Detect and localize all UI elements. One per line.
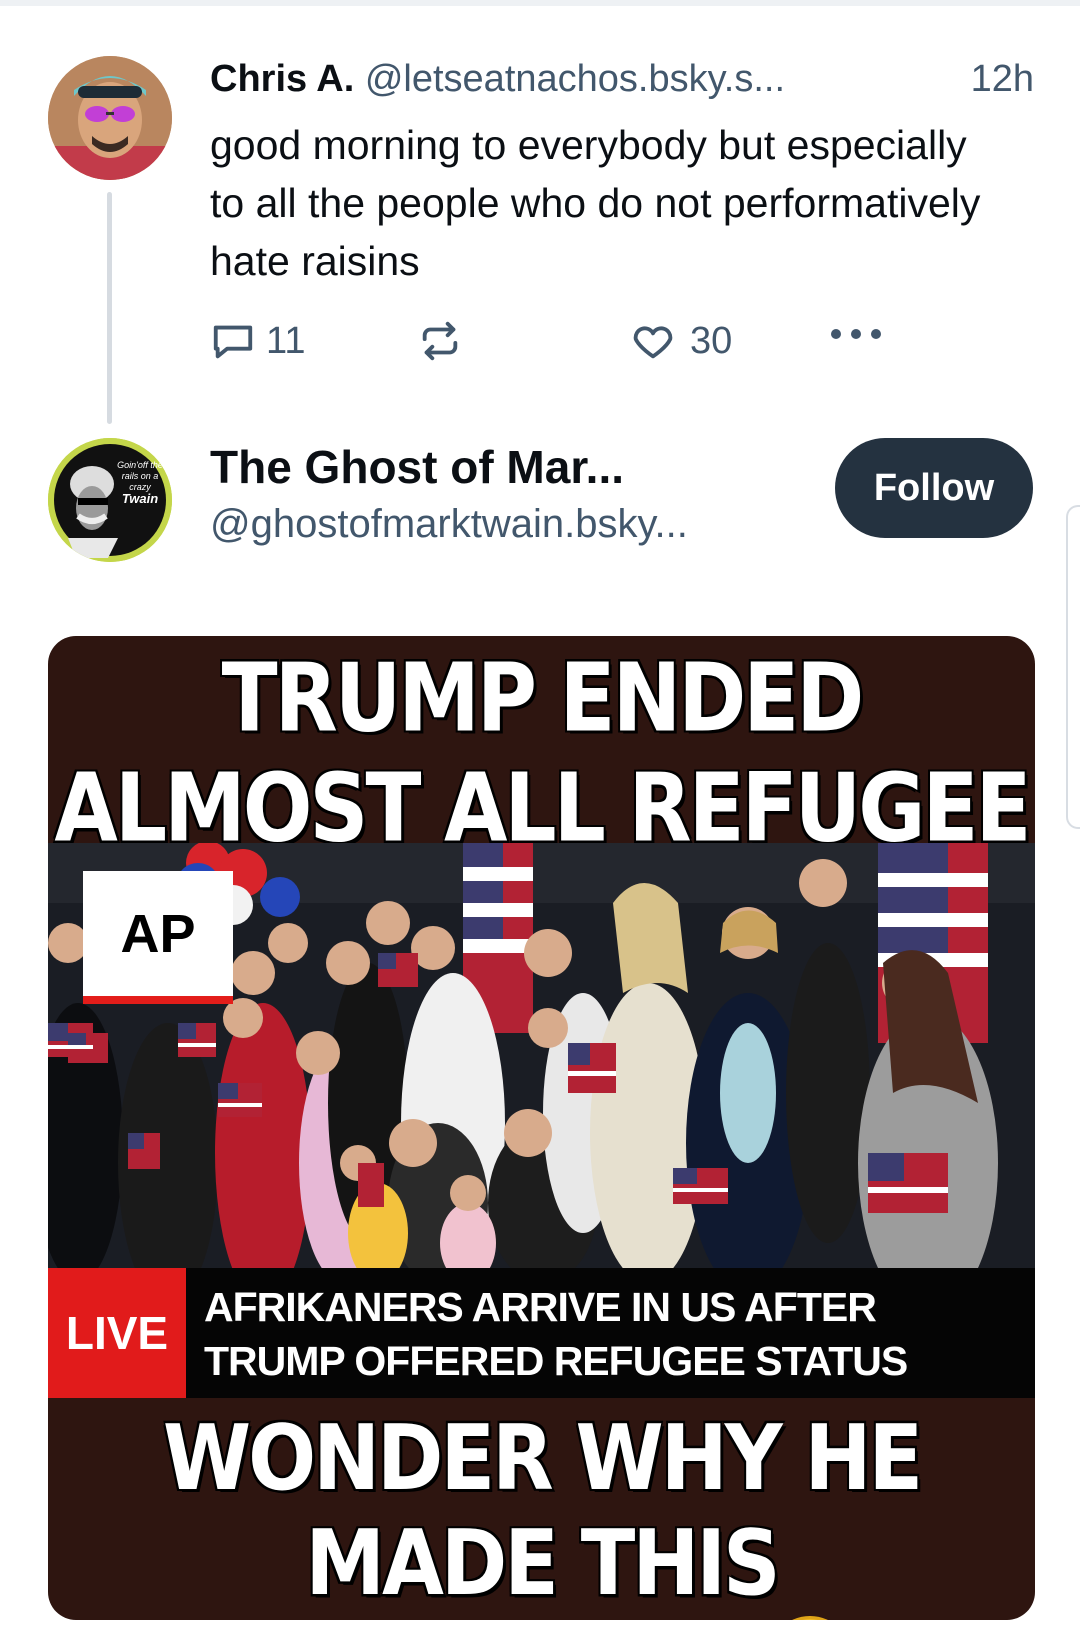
author-name[interactable]: Chris A. — [210, 58, 354, 100]
follow-button[interactable]: Follow — [835, 438, 1033, 538]
news-lower-third: LIVE AFRIKANERS ARRIVE IN US AFTER TRUMP… — [48, 1268, 1035, 1398]
ap-logo: AP — [83, 871, 233, 1004]
news-photo: AP — [48, 843, 1035, 1268]
rolling-eyes-emoji-icon — [761, 1613, 859, 1620]
ellipsis-icon — [828, 326, 884, 342]
post1-header: Chris A. @letseatnachos.bsky.s... — [210, 55, 1035, 103]
author-handle[interactable]: @ghostofmarktwain.bsky... — [210, 502, 688, 547]
avatar-ghost-of-mark-twain[interactable]: Goin'off the rails on a crazy Twain — [48, 438, 172, 562]
thread-line — [107, 192, 112, 424]
chyron-line-2: TRUMP OFFERED REFUGEE STATUS — [204, 1338, 908, 1384]
avatar-chris[interactable] — [48, 56, 172, 180]
image-footer: WONDER WHY HE MADE THIS EXCEPTION? — [48, 1406, 1035, 1620]
like-count: 30 — [690, 319, 733, 362]
image-footer-text: WONDER WHY HE MADE THIS EXCEPTION? — [162, 1406, 923, 1620]
post-timestamp[interactable]: 12h — [971, 55, 1034, 103]
author-handle[interactable]: @letseatnachos.bsky.s... — [365, 58, 785, 100]
heart-icon — [630, 318, 676, 364]
more-options-button[interactable] — [828, 326, 884, 342]
repost-button[interactable] — [417, 318, 463, 364]
reply-button[interactable]: 11 — [210, 318, 305, 364]
post-text: good morning to everybody but especially… — [210, 122, 981, 284]
top-divider — [0, 0, 1080, 6]
avatar-caption: Goin'off the rails on a crazy Twain — [117, 460, 163, 506]
reply-icon — [210, 318, 256, 364]
post-actions: 11 30 — [210, 318, 910, 374]
like-button[interactable]: 30 — [630, 318, 732, 364]
repost-icon — [417, 318, 463, 364]
scrollbar[interactable] — [1066, 505, 1080, 829]
author-name[interactable]: The Ghost of Mar... — [210, 440, 624, 494]
chyron-line-1: AFRIKANERS ARRIVE IN US AFTER — [204, 1284, 877, 1330]
reply-count: 11 — [266, 319, 306, 362]
live-badge: LIVE — [48, 1268, 186, 1398]
post-image[interactable]: TRUMP ENDED ALMOST ALL REFUGEE PROGRAMS — [48, 636, 1035, 1620]
news-chyron: AFRIKANERS ARRIVE IN US AFTER TRUMP OFFE… — [204, 1280, 1024, 1388]
